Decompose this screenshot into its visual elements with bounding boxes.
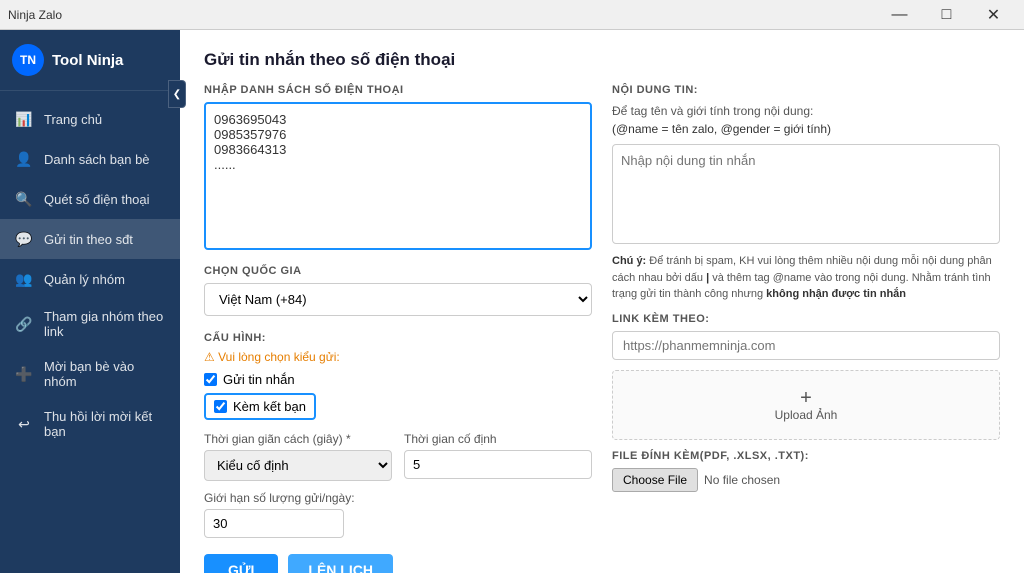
country-select-wrapper: CHỌN QUỐC GIA Việt Nam (+84) USA (+1) Th… [204,265,592,316]
maximize-button[interactable]: □ [924,0,969,30]
sidebar-item-join-group[interactable]: 🔗 Tham gia nhóm theo link [0,299,180,349]
group-icon: 👥 [14,269,34,289]
scan-icon: 🔍 [14,189,34,209]
link-section-label: LINK KÈM THEO: [612,313,1000,325]
fixed-time-input[interactable] [404,450,592,479]
left-column: NHẬP DANH SÁCH SỐ ĐIỆN THOẠI 0963695043 … [204,84,592,573]
send-msg-label: Gửi tin nhắn [223,372,295,387]
sidebar-header: TN Tool Ninja [0,30,180,91]
file-label: FILE ĐÍNH KÈM(PDF, .XLSX, .TXT): [612,450,1000,462]
interval-type-item: Thời gian giãn cách (giây) * Kiểu cố địn… [204,432,392,481]
add-friend-checkbox[interactable] [214,400,227,413]
page-title: Gửi tin nhắn theo số điện thoại [204,50,1000,70]
sidebar-item-recall[interactable]: ↩ Thu hồi lời mời kết bạn [0,399,180,449]
msg-hint-detail: (@name = tên zalo, @gender = giới tính) [612,122,831,136]
sidebar-collapse-btn[interactable]: ❮ [168,80,186,108]
phone-textarea[interactable]: 0963695043 0985357976 0983664313 ...... [204,102,592,250]
sidebar-item-label: Quản lý nhóm [44,272,125,287]
title-bar-controls: — □ ✕ [877,0,1016,30]
msg-textarea[interactable] [612,144,1000,244]
invite-icon: ➕ [14,364,34,384]
sidebar-item-label: Danh sách bạn bè [44,152,150,167]
add-friend-label: Kèm kết bạn [233,399,306,414]
action-btns: GỬI LÊN LỊCH [204,554,592,573]
timing-grid: Thời gian giãn cách (giây) * Kiểu cố địn… [204,432,592,481]
config-label: CẤU HÌNH: [204,332,592,344]
send-msg-checkbox[interactable] [204,373,217,386]
sidebar-item-friends[interactable]: 👤 Danh sách bạn bè [0,139,180,179]
send-icon: 💬 [14,229,34,249]
limit-input[interactable] [204,509,344,538]
title-bar-text: Ninja Zalo [8,8,62,22]
config-warning: ⚠ Vui lòng chọn kiểu gửi: [204,350,592,364]
right-column: NỘI DUNG TIN: Để tag tên và giới tính tr… [612,84,1000,573]
link-icon: 🔗 [14,314,34,334]
sidebar-item-label: Mời bạn bè vào nhóm [44,359,166,389]
sidebar-nav: 📊 Trang chủ 👤 Danh sách bạn bè 🔍 Quét số… [0,91,180,573]
sidebar-item-label: Gửi tin theo sđt [44,232,133,247]
add-friend-highlight: Kèm kết bạn [204,393,316,420]
sidebar-item-invite-group[interactable]: ➕ Mời bạn bè vào nhóm [0,349,180,399]
sidebar-item-dashboard[interactable]: 📊 Trang chủ [0,99,180,139]
sidebar: TN Tool Ninja ❮ 📊 Trang chủ 👤 Danh sách … [0,30,180,573]
msg-section-label: NỘI DUNG TIN: [612,84,1000,96]
country-section-label: CHỌN QUỐC GIA [204,265,592,277]
limit-row: Giới hạn số lượng gửi/ngày: [204,491,592,538]
sidebar-logo: TN [12,44,44,76]
file-input-row: Choose File No file chosen [612,468,1000,492]
upload-image-btn[interactable]: + Upload Ảnh [612,370,1000,440]
sidebar-title: Tool Ninja [52,52,123,69]
msg-note: Chú ý: Để tránh bị spam, KH vui lòng thê… [612,253,1000,303]
upload-plus-icon: + [800,388,812,408]
send-button[interactable]: GỬI [204,554,278,573]
friends-icon: 👤 [14,149,34,169]
dashboard-icon: 📊 [14,109,34,129]
limit-label: Giới hạn số lượng gửi/ngày: [204,491,592,505]
fixed-time-item: Thời gian cố định [404,432,592,481]
country-select[interactable]: Việt Nam (+84) USA (+1) Thailand (+66) [204,283,592,316]
msg-hint: Để tag tên và giới tính trong nội dung: … [612,102,1000,138]
sidebar-item-label: Trang chủ [44,112,102,127]
main-content: Gửi tin nhắn theo số điện thoại NHẬP DAN… [180,30,1024,573]
config-section: CẤU HÌNH: ⚠ Vui lòng chọn kiểu gửi: Gửi … [204,332,592,420]
interval-type-select[interactable]: Kiểu cố định Kiểu ngẫu nhiên [204,450,392,481]
schedule-button[interactable]: LÊN LỊCH [288,554,393,573]
sidebar-item-scan-phone[interactable]: 🔍 Quét số điện thoại [0,179,180,219]
sidebar-item-send-sms[interactable]: 💬 Gửi tin theo sđt [0,219,180,259]
interval-label: Thời gian giãn cách (giây) * [204,432,392,446]
sidebar-item-group-mgmt[interactable]: 👥 Quản lý nhóm [0,259,180,299]
sidebar-item-label: Thu hồi lời mời kết bạn [44,409,166,439]
title-bar: Ninja Zalo — □ ✕ [0,0,1024,30]
minimize-button[interactable]: — [877,0,922,30]
fixed-time-label: Thời gian cố định [404,432,592,446]
link-input[interactable] [612,331,1000,360]
sidebar-item-label: Tham gia nhóm theo link [44,309,166,339]
no-file-text: No file chosen [704,473,780,487]
file-section: FILE ĐÍNH KÈM(PDF, .XLSX, .TXT): Choose … [612,450,1000,492]
choose-file-button[interactable]: Choose File [612,468,698,492]
send-msg-row: Gửi tin nhắn [204,372,592,387]
phone-section-label: NHẬP DANH SÁCH SỐ ĐIỆN THOẠI [204,84,592,96]
upload-label: Upload Ảnh [775,408,838,422]
close-button[interactable]: ✕ [971,0,1016,30]
link-section: LINK KÈM THEO: [612,313,1000,360]
recall-icon: ↩ [14,414,34,434]
sidebar-item-label: Quét số điện thoại [44,192,150,207]
